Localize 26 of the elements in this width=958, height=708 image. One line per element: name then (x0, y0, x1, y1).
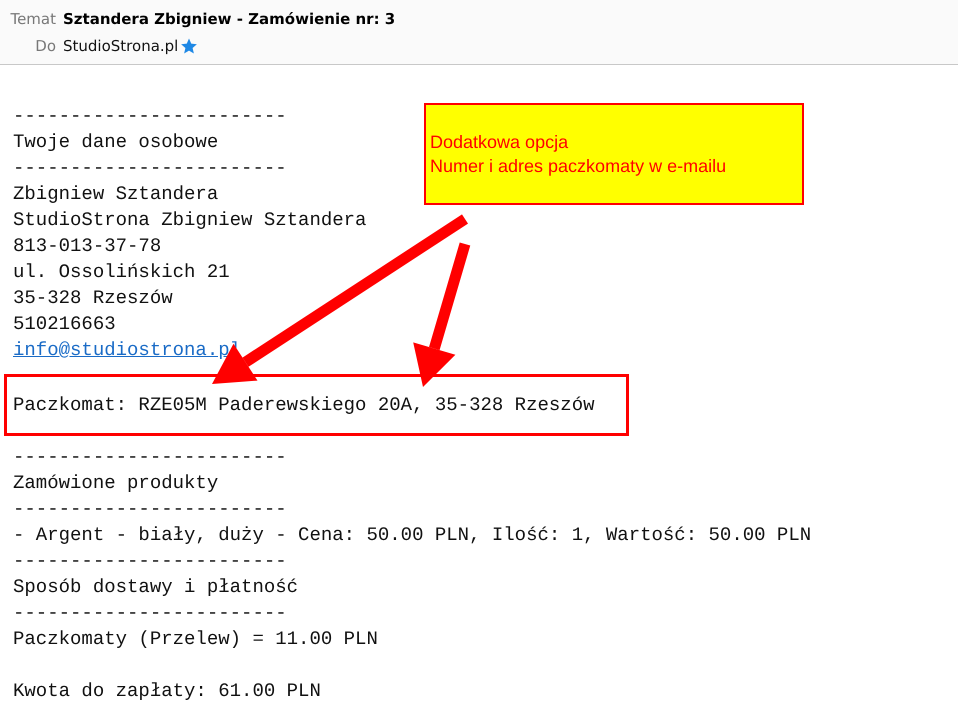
body-text: Kwota do zapłaty: 61.00 PLN (13, 680, 321, 702)
body-text: ------------------------ (13, 602, 287, 624)
body-text: Zbigniew Sztandera (13, 183, 218, 205)
body-text: Twoje dane osobowe (13, 131, 218, 153)
body-text: ------------------------ (13, 498, 287, 520)
subject-label: Temat (9, 10, 56, 28)
recipient-name[interactable]: StudioStrona.pl (63, 36, 178, 54)
body-text: ------------------------ (13, 550, 287, 572)
body-text: ------------------------ (13, 105, 287, 127)
body-text: ------------------------ (13, 446, 287, 468)
recipient-label: Do (34, 36, 56, 54)
body-text: 510216663 (13, 313, 116, 335)
body-text: 35-328 Rzeszów (13, 287, 173, 309)
parcel-locker-text: Paczkomat: RZE05M Paderewskiego 20A, 35-328 Rzeszów (13, 394, 594, 416)
subject-text: Sztandera Zbigniew - Zamówienie nr: 3 (63, 10, 396, 28)
body-text: - Argent - biały, duży - Cena: 50.00 PLN, Ilość: 1, Wartość: 50.00 PLN (13, 524, 812, 546)
body-text: ul. Ossolińskich 21 (13, 261, 230, 283)
body-text: 813-013-37-78 (13, 235, 162, 257)
callout-text: Dodatkowa opcja (430, 131, 568, 154)
callout-text: Numer i adres paczkomaty w e-mailu (430, 155, 726, 178)
body-text: Zamówione produkty (13, 472, 218, 494)
body-text: ------------------------ (13, 157, 287, 179)
body-text: Sposób dostawy i płatność (13, 576, 298, 598)
star-icon[interactable] (180, 36, 198, 54)
body-text: StudioStrona Zbigniew Sztandera (13, 209, 366, 231)
body-text: Paczkomaty (Przelew) = 11.00 PLN (13, 628, 378, 650)
